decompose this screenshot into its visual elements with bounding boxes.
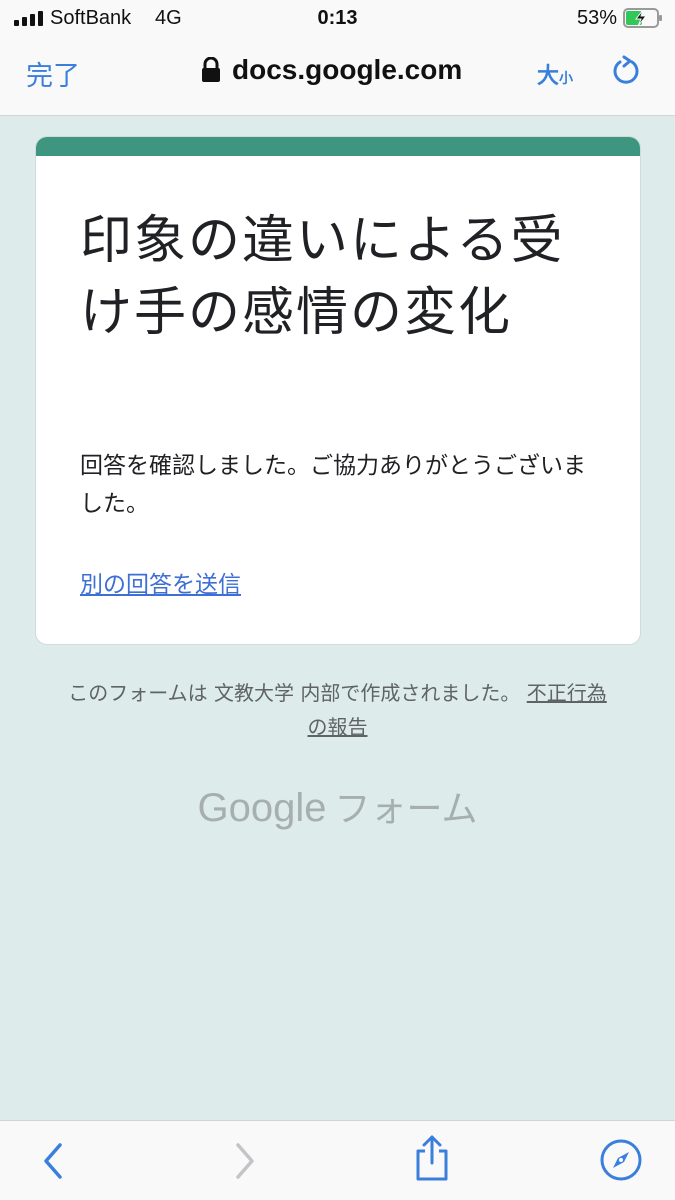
footer-note-text: このフォームは 文教大学 内部で作成されました。 [68,681,521,705]
logo-google-text: Google [197,786,327,830]
text-size-button[interactable]: 大小 [537,58,573,90]
lock-icon [202,57,220,82]
card-accent-bar [36,137,640,156]
submit-another-response-link[interactable]: 別の回答を送信 [80,565,241,599]
reload-icon[interactable] [610,54,642,88]
share-icon[interactable] [412,1133,452,1183]
compass-icon[interactable] [598,1137,644,1183]
done-button[interactable]: 完了 [26,54,80,93]
browser-toolbar [0,1120,675,1200]
battery-charging-icon [623,8,662,28]
address-bar[interactable]: docs.google.com [200,54,462,86]
text-size-small-label: 小 [559,71,574,87]
logo-forms-text: フォーム [334,789,478,830]
url-text: docs.google.com [232,54,463,85]
form-title: 印象の違いによる受け手の感情の変化 [80,211,565,343]
text-size-large-label: 大 [537,64,560,89]
form-response-card: 印象の違いによる受け手の感情の変化 回答を確認しました。ご協力ありがとうございま… [35,136,641,645]
battery-percent: 53% [576,7,617,29]
status-bar: SoftBank 4G 0:13 53% [0,0,675,36]
google-forms-logo[interactable]: Google フォーム [0,780,675,832]
chevron-right-icon[interactable] [230,1139,260,1183]
form-footer-note: このフォームは 文教大学 内部で作成されました。 不正行為の報告 [60,676,615,744]
status-time: 0:13 [317,7,358,29]
confirmation-message: 回答を確認しました。ご協力ありがとうございました。 [80,453,586,517]
browser-header: 完了 docs.google.com 大小 [0,36,675,116]
chevron-left-icon[interactable] [38,1139,68,1183]
